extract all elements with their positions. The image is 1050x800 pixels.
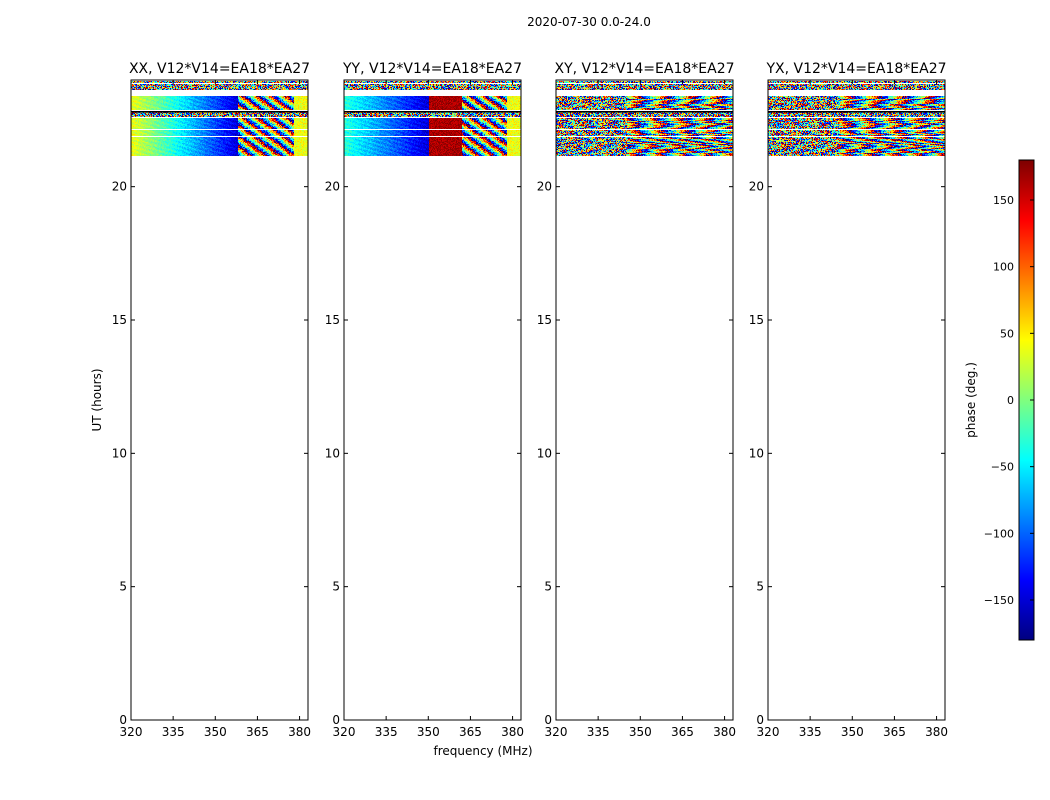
y-tick-label: 5 [332,580,340,594]
y-tick-label: 15 [537,313,552,327]
x-tick-label: 335 [799,725,822,739]
y-tick-label: 15 [749,313,764,327]
panel-yy: YY, V12*V14=EA18*EA27 320 335 350 365 380 0 5 10… [325,61,524,739]
panel-title: XX, V12*V14=EA18*EA27 [129,61,310,77]
y-tick-label: 15 [112,313,127,327]
x-tick-label: 350 [204,725,227,739]
y-tick-label: 10 [537,446,552,460]
x-tick-label: 350 [629,725,652,739]
axes-frame [130,79,309,721]
x-tick-label: 335 [162,725,185,739]
y-tick-label: 0 [332,713,340,727]
x-tick-label: 365 [459,725,482,739]
x-tick-label: 380 [925,725,948,739]
panel-title: YX, V12*V14=EA18*EA27 [765,61,946,77]
colorbar-tick-label: −150 [984,594,1014,607]
colorbar-tick-label: 150 [993,194,1014,207]
y-tick-label: 20 [537,180,552,194]
x-tick-label: 335 [375,725,398,739]
axes-frame [767,79,946,721]
axes-frame [343,79,522,721]
y-tick-label: 0 [119,713,127,727]
y-axis-label: UT (hours) [90,368,104,431]
x-tick-label: 320 [120,725,143,739]
x-tick-label: 335 [587,725,610,739]
colorbar-label: phase (deg.) [964,362,978,438]
panel-yx: YX, V12*V14=EA18*EA27 320 335 350 365 380 0 5 10… [749,61,948,739]
axes-frame [555,79,734,721]
x-tick-label: 320 [333,725,356,739]
figure-title: 2020-07-30 0.0-24.0 [527,15,651,29]
panel-title: XY, V12*V14=EA18*EA27 [554,61,734,77]
x-tick-label: 350 [841,725,864,739]
panel-xx: XX, V12*V14=EA18*EA27 320 335 350 365 380 0 5 10… [112,61,311,739]
y-tick-label: 5 [756,580,764,594]
x-tick-label: 320 [757,725,780,739]
y-tick-label: 20 [112,180,127,194]
colorbar-tick-label: 0 [1007,394,1014,407]
x-tick-label: 320 [545,725,568,739]
x-tick-label: 380 [713,725,736,739]
plot-svg: 2020-07-30 0.0-24.0 frequency (MHz) UT (… [90,15,1035,758]
colorbar-tick-label: 100 [993,261,1014,274]
x-tick-label: 380 [288,725,311,739]
x-tick-label: 365 [671,725,694,739]
colorbar-tick-label: 50 [1000,327,1014,340]
x-tick-label: 380 [501,725,524,739]
y-tick-label: 0 [756,713,764,727]
y-tick-label: 10 [325,446,340,460]
y-tick-label: 20 [325,180,340,194]
panel-title: YY, V12*V14=EA18*EA27 [342,61,522,77]
panel-xy: XY, V12*V14=EA18*EA27 320 335 350 365 380 0 5 10… [537,61,736,739]
y-tick-label: 5 [544,580,552,594]
colorbar-tick-label: −50 [991,461,1014,474]
y-tick-label: 10 [749,446,764,460]
x-tick-label: 350 [417,725,440,739]
y-tick-label: 20 [749,180,764,194]
colorbar-tick-label: −100 [984,527,1014,540]
y-tick-label: 0 [544,713,552,727]
y-tick-label: 5 [119,580,127,594]
x-axis-label: frequency (MHz) [433,744,532,758]
y-tick-label: 15 [325,313,340,327]
x-tick-label: 365 [883,725,906,739]
y-tick-label: 10 [112,446,127,460]
figure: 2020-07-30 0.0-24.0 frequency (MHz) UT (… [0,0,1050,800]
x-tick-label: 365 [246,725,269,739]
